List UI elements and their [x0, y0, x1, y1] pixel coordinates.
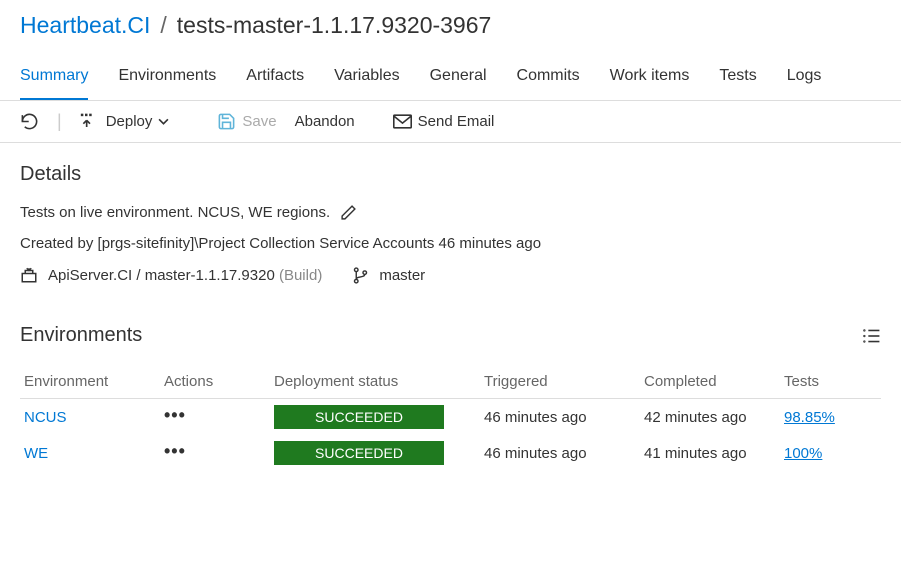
environments-section: Environments Environment Actions Deploym… — [0, 294, 901, 471]
status-badge: SUCCEEDED — [274, 441, 444, 465]
tests-pass-link[interactable]: 98.85% — [784, 409, 835, 426]
details-heading: Details — [20, 163, 881, 186]
triggered-cell: 46 minutes ago — [480, 435, 640, 471]
col-tests[interactable]: Tests — [780, 365, 881, 399]
tab-logs[interactable]: Logs — [787, 57, 822, 100]
branch-name[interactable]: master — [379, 267, 425, 284]
breadcrumb-pipeline-link[interactable]: Heartbeat.CI — [20, 12, 150, 39]
list-view-toggle[interactable] — [862, 328, 881, 344]
col-triggered[interactable]: Triggered — [480, 365, 640, 399]
details-section: Details Tests on live environment. NCUS,… — [0, 143, 901, 294]
completed-cell: 42 minutes ago — [640, 399, 780, 436]
tab-tests[interactable]: Tests — [719, 57, 756, 100]
chevron-down-icon — [158, 116, 169, 127]
row-actions-button[interactable]: ••• — [164, 405, 186, 425]
mail-icon — [393, 114, 412, 129]
triggered-cell: 46 minutes ago — [480, 399, 640, 436]
build-artifact-icon — [20, 266, 38, 284]
save-button: Save — [217, 112, 276, 131]
environments-table: Environment Actions Deployment status Tr… — [20, 365, 881, 471]
col-completed[interactable]: Completed — [640, 365, 780, 399]
toolbar: | Deploy Save Abandon Send Email — [0, 101, 901, 143]
tabs-bar: Summary Environments Artifacts Variables… — [0, 57, 901, 101]
tab-environments[interactable]: Environments — [118, 57, 216, 100]
pencil-icon — [340, 204, 357, 221]
toolbar-separator: | — [57, 111, 62, 132]
deploy-label: Deploy — [106, 113, 153, 130]
breadcrumb-release-name: tests-master-1.1.17.9320-3967 — [177, 12, 492, 39]
env-link-ncus[interactable]: NCUS — [24, 409, 67, 426]
abandon-button[interactable]: Abandon — [295, 113, 355, 130]
deploy-button[interactable]: Deploy — [80, 113, 170, 131]
tab-artifacts[interactable]: Artifacts — [246, 57, 304, 100]
list-icon — [862, 328, 881, 344]
col-status[interactable]: Deployment status — [270, 365, 480, 399]
completed-cell: 41 minutes ago — [640, 435, 780, 471]
save-icon — [217, 112, 236, 131]
tab-commits[interactable]: Commits — [517, 57, 580, 100]
tab-work-items[interactable]: Work items — [610, 57, 690, 100]
send-email-button[interactable]: Send Email — [393, 113, 495, 130]
save-label: Save — [242, 113, 276, 130]
abandon-label: Abandon — [295, 113, 355, 130]
table-row: NCUS ••• SUCCEEDED 46 minutes ago 42 min… — [20, 399, 881, 436]
tab-variables[interactable]: Variables — [334, 57, 400, 100]
table-row: WE ••• SUCCEEDED 46 minutes ago 41 minut… — [20, 435, 881, 471]
tests-pass-link[interactable]: 100% — [784, 445, 822, 462]
col-actions[interactable]: Actions — [160, 365, 270, 399]
breadcrumb-separator: / — [160, 12, 166, 39]
refresh-icon — [20, 112, 39, 131]
tab-summary[interactable]: Summary — [20, 57, 88, 100]
build-type-label: (Build) — [279, 267, 322, 284]
send-email-label: Send Email — [418, 113, 495, 130]
row-actions-button[interactable]: ••• — [164, 441, 186, 461]
environments-heading: Environments — [20, 324, 142, 347]
refresh-button[interactable] — [20, 112, 39, 131]
deploy-icon — [80, 113, 100, 131]
details-created-by: Created by [prgs-sitefinity]\Project Col… — [20, 235, 541, 252]
details-description: Tests on live environment. NCUS, WE regi… — [20, 204, 330, 221]
build-link[interactable]: ApiServer.CI / master-1.1.17.9320 (Build… — [48, 267, 322, 284]
status-badge: SUCCEEDED — [274, 405, 444, 429]
edit-description-button[interactable] — [340, 204, 357, 221]
tab-general[interactable]: General — [430, 57, 487, 100]
env-link-we[interactable]: WE — [24, 445, 48, 462]
col-environment[interactable]: Environment — [20, 365, 160, 399]
breadcrumb: Heartbeat.CI / tests-master-1.1.17.9320-… — [0, 0, 901, 57]
branch-icon — [352, 267, 369, 284]
